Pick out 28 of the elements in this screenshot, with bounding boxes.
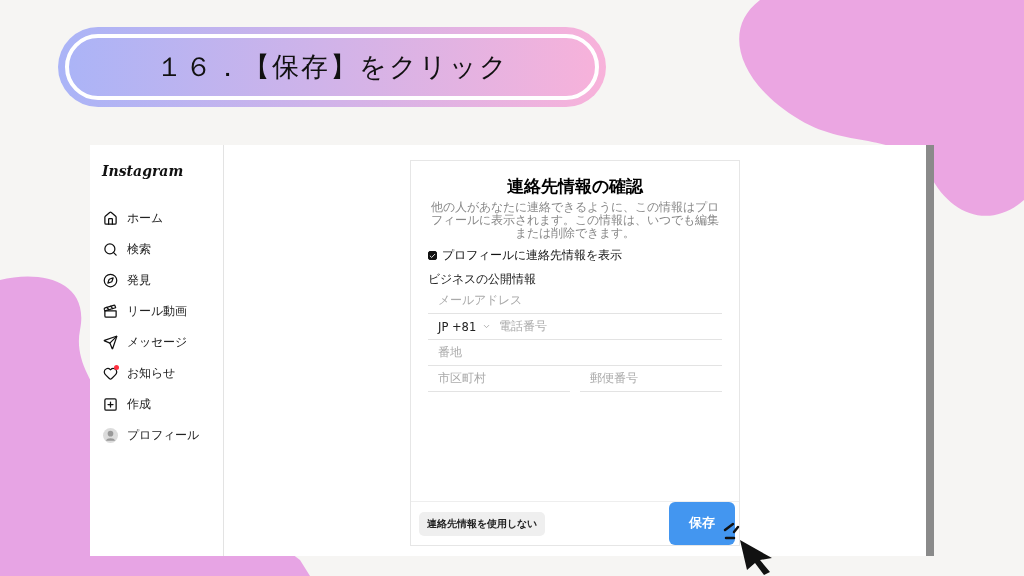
compass-icon [102,272,118,289]
scrollbar[interactable] [926,145,934,556]
avatar-icon [102,427,118,444]
plus-square-icon [102,396,118,413]
app-logo: Instagram [102,163,185,179]
dialog-title: 連絡先情報の確認 [507,175,643,198]
heart-icon [102,365,118,382]
show-contact-checkbox[interactable]: プロフィールに連絡先情報を表示 [428,248,722,263]
sidebar-item[interactable]: 作成 [102,389,223,420]
phone-field[interactable]: JP +81 電話番号 [428,314,722,340]
sidebar-item[interactable]: 検索 [102,234,223,265]
slide-title: １６．【保存】をクリック [155,50,509,84]
search-icon [102,241,118,258]
chevron-down-icon [482,322,492,331]
sidebar-item[interactable]: メッセージ [102,327,223,358]
dialog-description: 他の人があなたに連絡できるように、この情報はプロフィールに表示されます。この情報は、いつでも編集または削除できます。 [430,201,720,240]
check-icon [429,251,436,260]
clapperboard-icon [102,303,118,320]
skip-contact-button[interactable]: 連絡先情報を使用しない [419,511,545,536]
sidebar-item[interactable]: ホーム [102,203,223,234]
sidebar-item[interactable]: リール動画 [102,296,223,327]
section-title: ビジネスの公開情報 [428,271,537,288]
sidebar-item[interactable]: プロフィール [102,420,223,451]
sidebar-item[interactable]: お知らせ [102,358,223,389]
home-icon [102,210,118,227]
sidebar-item[interactable]: 発見 [102,265,223,296]
country-select[interactable]: JP +81 [438,319,492,334]
send-icon [102,334,118,351]
